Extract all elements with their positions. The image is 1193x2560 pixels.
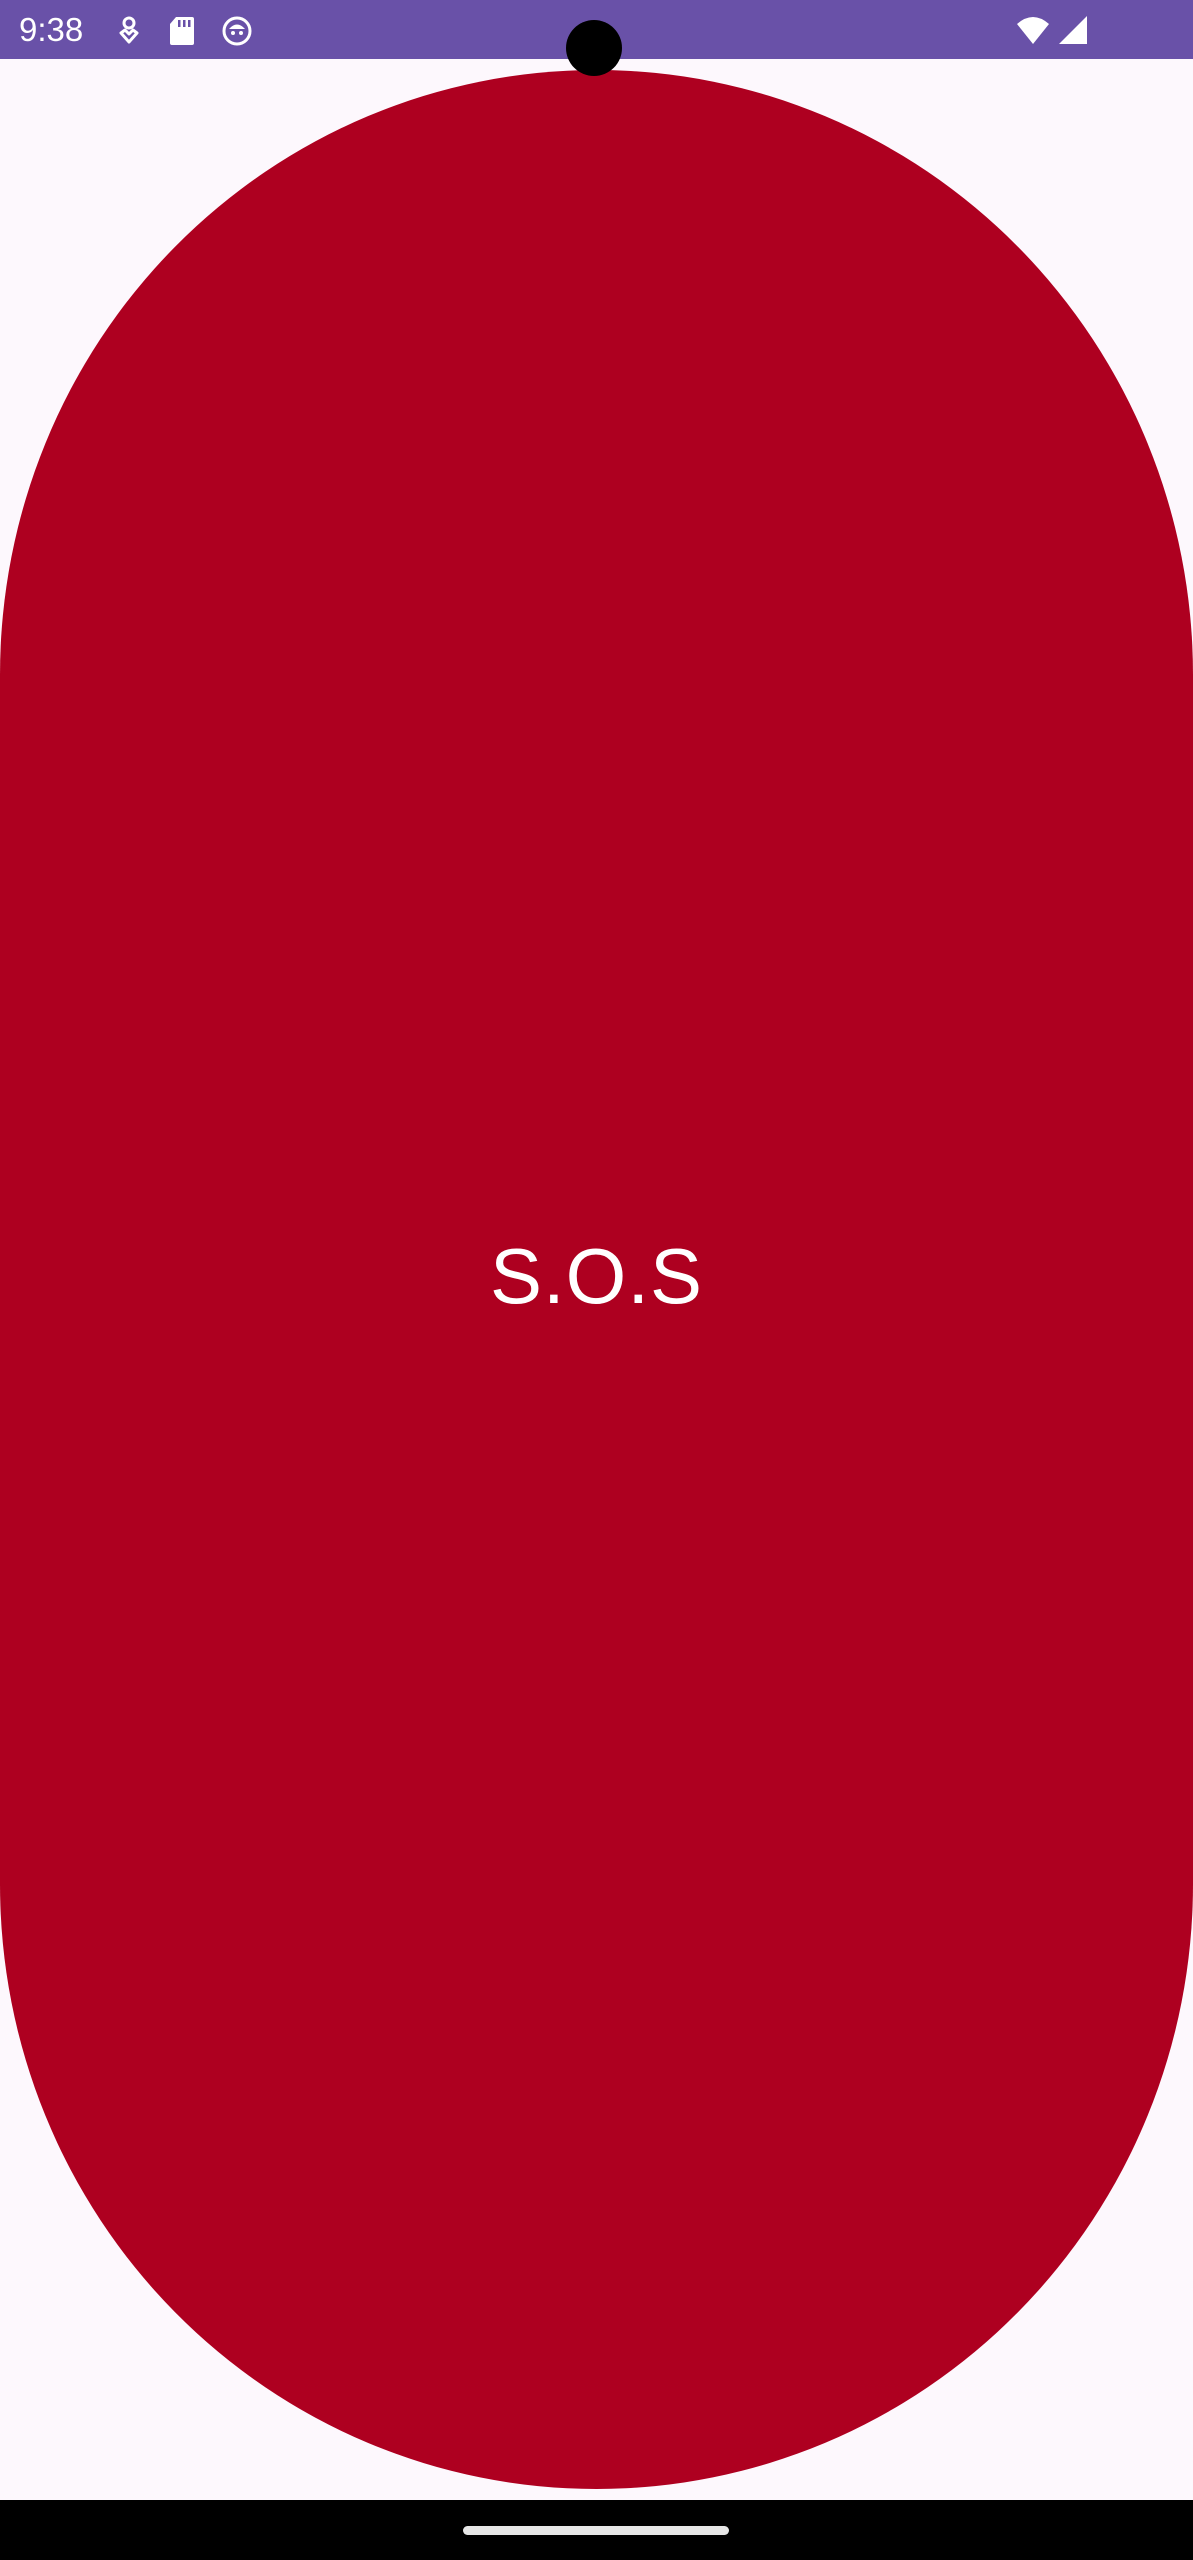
heart-location-icon	[112, 14, 146, 48]
navigation-bar	[0, 2500, 1193, 2560]
cell-signal-icon	[1055, 14, 1089, 48]
sos-button[interactable]: S.O.S	[0, 70, 1193, 2489]
face-icon	[220, 14, 254, 48]
home-gesture-handle[interactable]	[463, 2526, 729, 2535]
sd-card-icon	[165, 14, 199, 48]
wifi-icon	[1015, 14, 1051, 48]
camera-cutout	[566, 20, 622, 76]
sos-button-label: S.O.S	[489, 1232, 704, 1320]
main-content: S.O.S	[0, 59, 1193, 2500]
status-time: 9:38	[19, 11, 84, 48]
